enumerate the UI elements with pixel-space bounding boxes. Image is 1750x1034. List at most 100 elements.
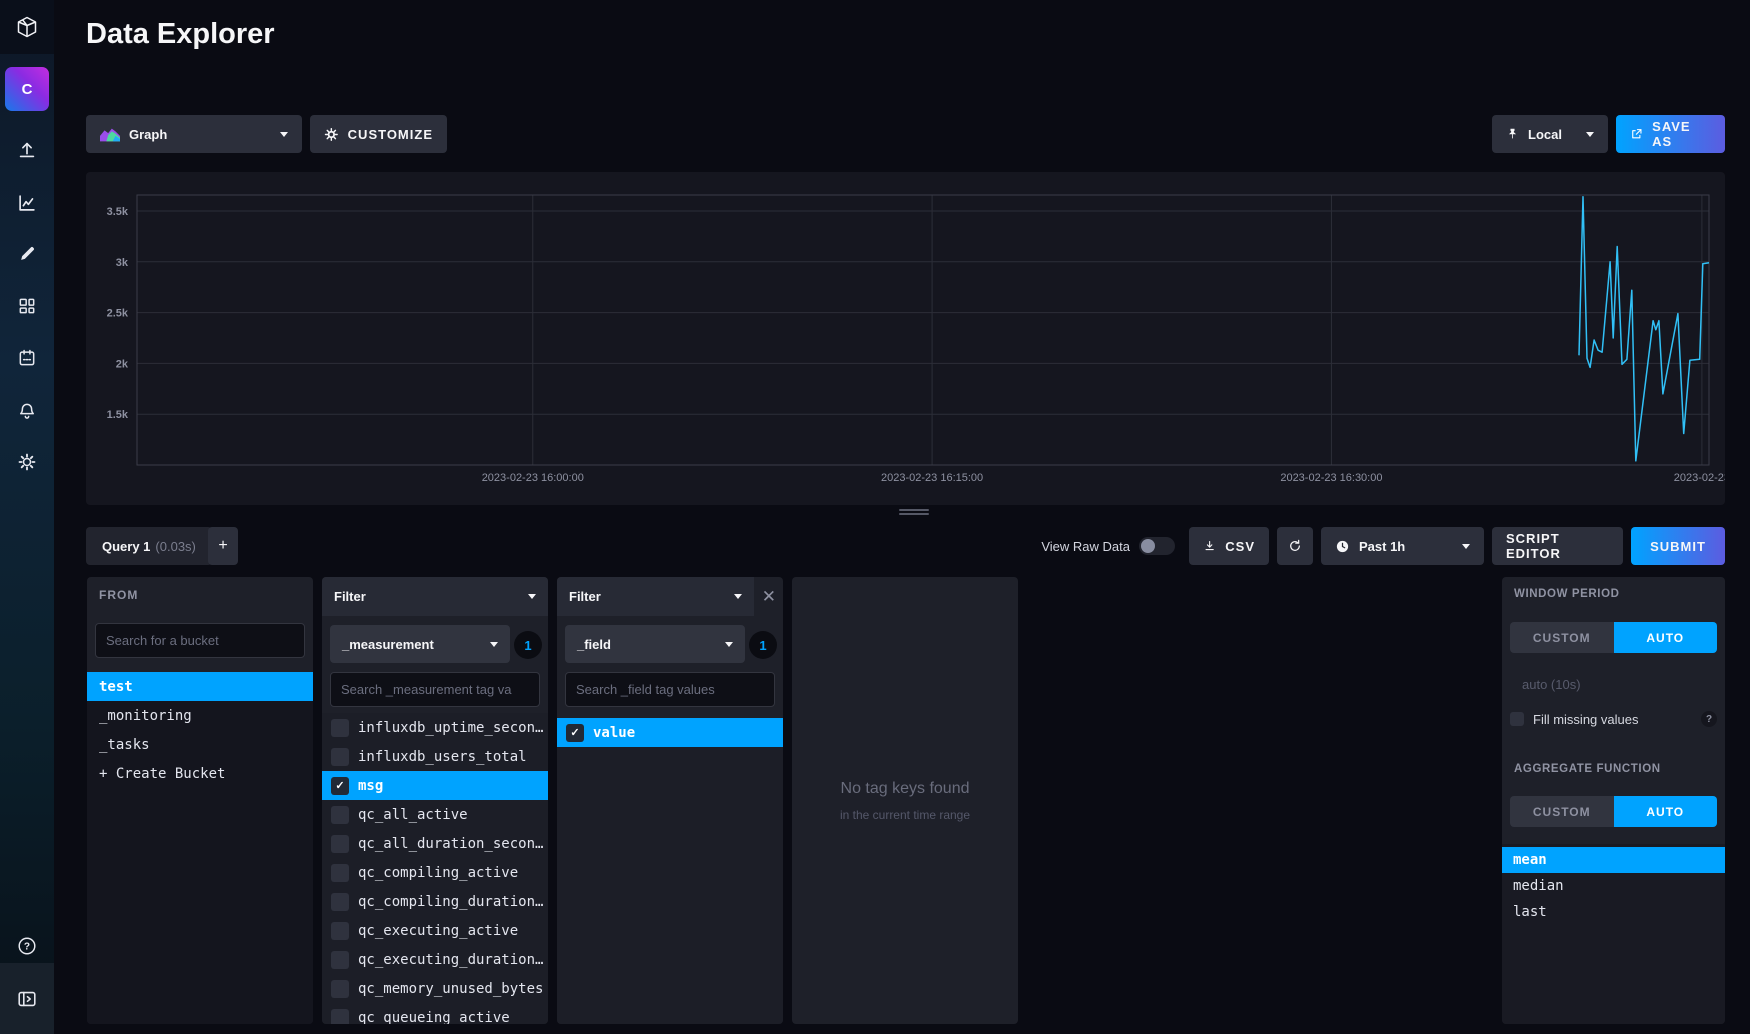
- measurement-option[interactable]: qc_compiling_duration…: [322, 887, 548, 916]
- dashboards-icon[interactable]: [15, 294, 39, 318]
- timezone-label: Local: [1528, 127, 1562, 142]
- customize-button[interactable]: CUSTOMIZE: [310, 115, 447, 153]
- tag-keys-panel: No tag keys found in the current time ra…: [792, 577, 1018, 1024]
- x-axis-tick-label: 2023-02-23: [1674, 472, 1725, 484]
- bucket-item[interactable]: _tasks: [87, 730, 313, 759]
- x-axis-tick-label: 2023-02-23 16:30:00: [1280, 472, 1382, 484]
- y-axis-tick-label: 2.5k: [107, 308, 129, 320]
- query-tab[interactable]: Query 1 (0.03s): [86, 527, 212, 565]
- checkbox-icon[interactable]: [331, 980, 349, 998]
- annotate-pencil-icon[interactable]: [15, 242, 39, 266]
- measurement-filter-panel: Filter _measurement 1 influxdb_uptime_se…: [322, 577, 548, 1024]
- field-search-input[interactable]: [565, 672, 775, 707]
- list-item-label: qc_memory_unused_bytes: [358, 981, 543, 997]
- visualization-type-dropdown[interactable]: Graph: [86, 115, 302, 153]
- data-explorer-icon[interactable]: [15, 191, 39, 215]
- bucket-item[interactable]: test: [87, 672, 313, 701]
- save-as-button[interactable]: SAVE AS: [1616, 115, 1725, 153]
- aggregate-function-option[interactable]: last: [1502, 899, 1725, 925]
- aggregate-auto-button[interactable]: AUTO: [1614, 796, 1718, 827]
- list-item-label: qc_all_active: [358, 807, 468, 823]
- resize-handle[interactable]: [899, 509, 929, 517]
- checkbox-icon[interactable]: ✓: [331, 777, 349, 795]
- list-item-label: _monitoring: [99, 708, 192, 724]
- aggregate-function-option[interactable]: median: [1502, 873, 1725, 899]
- checkbox-icon[interactable]: [331, 922, 349, 940]
- filter-type-dropdown[interactable]: Filter: [322, 577, 548, 616]
- measurement-option[interactable]: qc_all_active: [322, 800, 548, 829]
- checkbox-icon[interactable]: [331, 835, 349, 853]
- query-toolbar: View Raw Data CSV Past 1h SCRIPT EDITOR: [1041, 527, 1725, 565]
- timezone-dropdown[interactable]: Local: [1492, 115, 1608, 153]
- gear-icon: [324, 127, 339, 142]
- influxdb-logo[interactable]: [0, 0, 54, 54]
- help-icon[interactable]: ?: [15, 934, 39, 958]
- script-editor-button[interactable]: SCRIPT EDITOR: [1492, 527, 1623, 565]
- chevron-down-icon: [280, 132, 288, 137]
- view-raw-data-toggle[interactable]: [1139, 537, 1175, 555]
- aggregate-custom-button[interactable]: CUSTOM: [1510, 796, 1614, 827]
- checkbox-icon[interactable]: [331, 893, 349, 911]
- data-explorer-page: C: [0, 0, 1750, 1034]
- list-item-label: _tasks: [99, 737, 150, 753]
- submit-button[interactable]: SUBMIT: [1631, 527, 1725, 565]
- bucket-search-input[interactable]: [95, 623, 305, 658]
- refresh-button[interactable]: [1277, 527, 1313, 565]
- alerts-bell-icon[interactable]: [15, 399, 39, 423]
- time-range-dropdown[interactable]: Past 1h: [1321, 527, 1484, 565]
- tasks-calendar-icon[interactable]: [15, 346, 39, 370]
- measurement-option[interactable]: qc_executing_active: [322, 916, 548, 945]
- window-period-title: WINDOW PERIOD: [1514, 588, 1620, 600]
- chevron-down-icon: [528, 594, 536, 599]
- visualization-type-label: Graph: [129, 127, 167, 142]
- checkbox-icon[interactable]: [331, 1009, 349, 1025]
- sidebar: C: [0, 0, 54, 1034]
- expand-sidebar-icon: [16, 988, 38, 1010]
- list-item-label: influxdb_uptime_secon…: [358, 720, 543, 736]
- window-auto-button[interactable]: AUTO: [1614, 622, 1718, 653]
- measurement-option[interactable]: qc_compiling_active: [322, 858, 548, 887]
- list-item-label: qc_executing_active: [358, 923, 518, 939]
- measurement-option[interactable]: influxdb_uptime_secon…: [322, 713, 548, 742]
- bucket-item[interactable]: _monitoring: [87, 701, 313, 730]
- aggregate-function-title: AGGREGATE FUNCTION: [1514, 763, 1661, 775]
- filter-type-dropdown[interactable]: Filter: [557, 577, 754, 616]
- add-query-button[interactable]: +: [208, 527, 238, 565]
- checkbox-icon[interactable]: ✓: [566, 724, 584, 742]
- query-duration: (0.03s): [155, 539, 195, 554]
- download-icon: [1203, 539, 1216, 553]
- checkbox-icon[interactable]: [331, 951, 349, 969]
- tag-key-dropdown[interactable]: _field: [565, 625, 745, 663]
- influxdb-cube-icon: [15, 15, 39, 39]
- fill-missing-checkbox[interactable]: [1510, 712, 1524, 726]
- question-badge-icon[interactable]: ?: [1701, 711, 1717, 727]
- window-custom-button[interactable]: CUSTOM: [1510, 622, 1614, 653]
- measurement-option[interactable]: qc_memory_unused_bytes: [322, 974, 548, 1003]
- checkbox-icon[interactable]: [331, 806, 349, 824]
- bucket-item[interactable]: + Create Bucket: [87, 759, 313, 788]
- time-range-label: Past 1h: [1359, 539, 1405, 554]
- measurement-option[interactable]: influxdb_users_total: [322, 742, 548, 771]
- list-item-label: + Create Bucket: [99, 766, 225, 782]
- checkbox-icon[interactable]: [331, 719, 349, 737]
- upload-icon[interactable]: [15, 138, 39, 162]
- measurement-option[interactable]: qc_executing_duration…: [322, 945, 548, 974]
- csv-download-button[interactable]: CSV: [1189, 527, 1269, 565]
- list-item-label: qc_compiling_duration…: [358, 894, 543, 910]
- time-series-chart[interactable]: 1.5k2k2.5k3k3.5k2023-02-23 16:00:002023-…: [86, 172, 1725, 505]
- field-filter-panel: Filter ✕ _field 1 ✓value: [557, 577, 783, 1024]
- close-icon[interactable]: ✕: [762, 588, 776, 605]
- measurement-option[interactable]: ✓msg: [322, 771, 548, 800]
- tag-key-dropdown[interactable]: _measurement: [330, 625, 510, 663]
- settings-gear-icon[interactable]: [15, 450, 39, 474]
- org-avatar[interactable]: C: [5, 67, 49, 111]
- expand-sidebar-strip[interactable]: [0, 963, 54, 1034]
- measurement-option[interactable]: qc_queueing_active: [322, 1003, 548, 1024]
- measurement-search-input[interactable]: [330, 672, 540, 707]
- measurement-option[interactable]: qc_all_duration_secon…: [322, 829, 548, 858]
- aggregate-function-option[interactable]: mean: [1502, 847, 1725, 873]
- checkbox-icon[interactable]: [331, 864, 349, 882]
- field-option[interactable]: ✓value: [557, 718, 783, 747]
- svg-text:?: ?: [24, 942, 30, 953]
- checkbox-icon[interactable]: [331, 748, 349, 766]
